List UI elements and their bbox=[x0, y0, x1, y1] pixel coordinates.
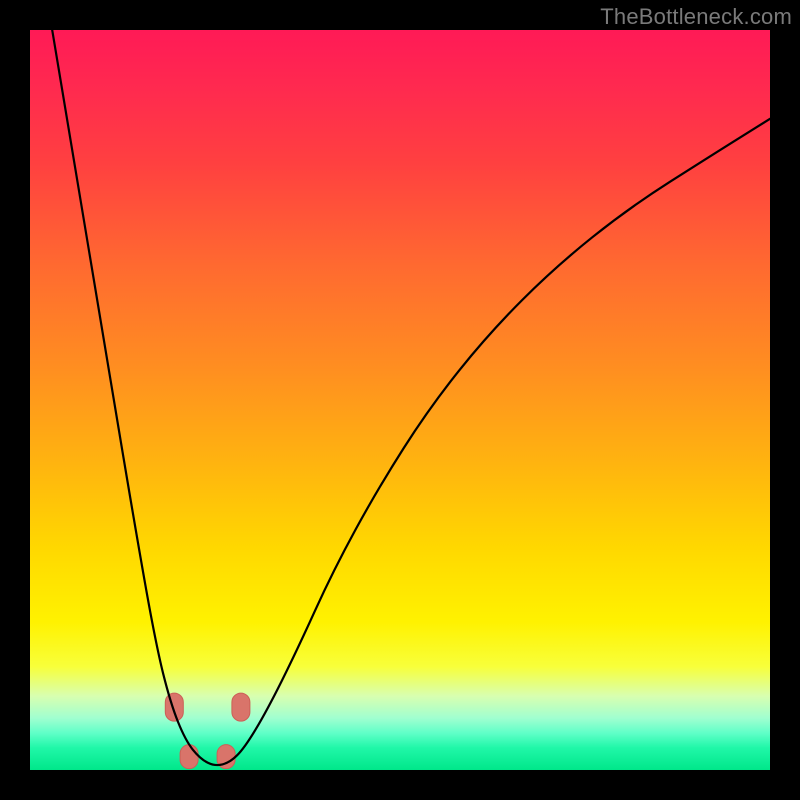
marker-group bbox=[165, 693, 250, 769]
curve-svg bbox=[30, 30, 770, 770]
curve-marker bbox=[232, 693, 250, 721]
curve-marker bbox=[165, 693, 183, 721]
bottleneck-curve bbox=[52, 30, 770, 765]
chart-frame: TheBottleneck.com bbox=[0, 0, 800, 800]
curve-marker bbox=[180, 745, 198, 769]
watermark-text: TheBottleneck.com bbox=[600, 4, 792, 30]
plot-area bbox=[30, 30, 770, 770]
